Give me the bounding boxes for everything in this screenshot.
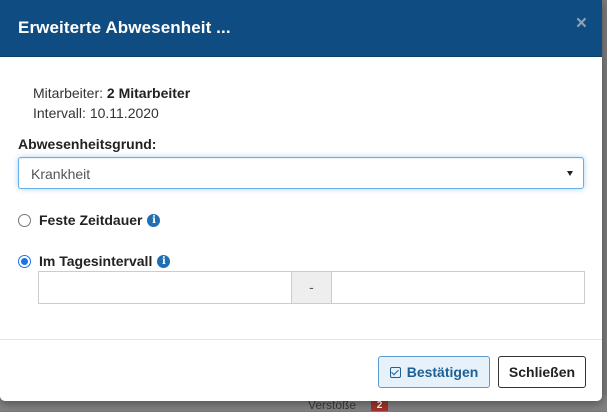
employee-info: Mitarbeiter: 2 Mitarbeiter [33,85,190,101]
day-interval-label: Im Tagesintervall [39,253,153,269]
option-day-interval[interactable]: Im Tagesintervall i [18,253,171,269]
reason-select[interactable]: Krankheit [18,157,584,189]
interval-label: Intervall: [33,105,86,121]
time-range-separator: - [292,271,331,304]
interval-info: Intervall: 10.11.2020 [33,105,159,121]
background-violations-badge: 2 [371,400,388,411]
close-icon[interactable]: × [576,14,587,34]
dialog-title: Erweiterte Abwesenheit ... [18,18,231,37]
reason-label: Abwesenheitsgrund: [18,136,157,152]
employee-value: 2 Mitarbeiter [106,85,191,101]
absence-dialog: Erweiterte Abwesenheit ... × Mitarbeiter… [0,0,602,401]
fixed-duration-label: Feste Zeitdauer [39,212,143,228]
confirm-button-label: Bestätigen [406,364,479,380]
time-to-input[interactable] [331,271,585,304]
option-fixed-duration[interactable]: Feste Zeitdauer i [18,212,161,228]
info-icon[interactable]: i [147,213,161,227]
time-from-input[interactable] [38,271,292,304]
day-interval-radio[interactable] [18,254,31,268]
caret-down-icon [567,171,573,176]
interval-value: 10.11.2020 [89,105,159,121]
close-button[interactable]: Schließen [498,356,586,388]
check-square-icon [389,366,401,378]
footer-divider [0,339,602,340]
reason-select-value: Krankheit [31,166,91,182]
confirm-button[interactable]: Bestätigen [378,356,490,388]
fixed-duration-radio[interactable] [18,213,31,227]
dialog-header: Erweiterte Abwesenheit ... × [0,0,602,57]
info-icon[interactable]: i [157,254,171,268]
employee-label: Mitarbeiter: [33,85,104,101]
close-button-label: Schließen [508,364,576,380]
